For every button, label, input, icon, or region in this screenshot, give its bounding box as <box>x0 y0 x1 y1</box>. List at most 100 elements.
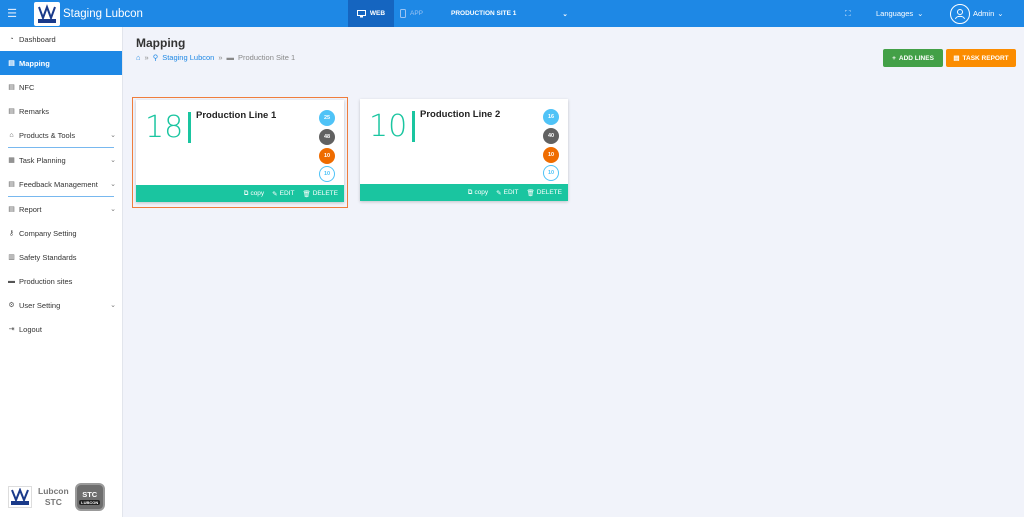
production-line-card[interactable]: 10 Production Line 2 16 40 10 10 ⧉ copy ✎… <box>360 99 568 201</box>
sidebar-item-label: Remarks <box>19 106 50 116</box>
sidebar-item-label: Mapping <box>19 58 50 68</box>
edit-button[interactable]: ✎ EDIT <box>272 190 294 198</box>
sidebar-item-label: Logout <box>19 324 42 334</box>
line-count: 10 <box>369 109 408 144</box>
sidebar-item-task-planning[interactable]: ▦ Task Planning ⌄ <box>0 148 122 172</box>
footer-brand-line2: STC <box>44 497 62 507</box>
task-report-label: TASK REPORT <box>962 54 1009 62</box>
status-badge-orange: 10 <box>543 147 559 163</box>
sidebar-item-company-setting[interactable]: ⚷ Company Setting <box>0 221 122 245</box>
edit-label: EDIT <box>279 190 295 197</box>
sidebar-item-label: NFC <box>19 82 35 92</box>
lubcon-footer-logo <box>8 486 32 508</box>
sidebar-item-label: Report <box>19 204 42 214</box>
tools-icon: ⌂ <box>9 131 14 139</box>
monitor-icon <box>356 9 366 17</box>
home-icon[interactable]: ⌂ <box>136 53 141 62</box>
chevron-down-icon: ⌄ <box>997 9 1004 18</box>
status-badge-outline: 10 <box>319 166 335 182</box>
chevron-down-icon: ⌄ <box>110 302 116 309</box>
tab-web-label: WEB <box>369 10 386 17</box>
production-line-card-selected[interactable]: 18 Production Line 1 25 48 10 10 ⧉ copy ✎… <box>132 97 348 208</box>
line-title: Production Line 2 <box>420 109 501 120</box>
delete-button[interactable]: 🗑 DELETE <box>302 190 338 198</box>
breadcrumb-production-site: Production Site 1 <box>238 53 296 62</box>
status-badge-grey: 48 <box>319 129 335 145</box>
sidebar-item-nfc[interactable]: ▤ NFC <box>0 75 122 99</box>
site-select[interactable]: PRODUCTION SITE 1 ⌄ <box>451 0 568 27</box>
remarks-icon: ▤ <box>8 108 15 115</box>
sidebar-item-label: User Setting <box>19 300 61 310</box>
chevron-down-icon: ⌄ <box>917 9 924 18</box>
users-icon: ⚙ <box>8 302 15 309</box>
calendar-icon: ▦ <box>8 157 15 164</box>
line-title: Production Line 1 <box>196 110 277 121</box>
user-name: Admin <box>973 9 995 18</box>
sidebar-item-dashboard[interactable]: ◔ Dashboard <box>0 27 122 51</box>
sidebar-item-products-tools[interactable]: ⌂ Products & Tools ⌄ <box>0 123 122 147</box>
languages-dropdown[interactable]: Languages ⌄ <box>876 0 923 27</box>
copy-label: copy <box>474 189 489 196</box>
tab-web[interactable]: WEB <box>348 0 394 27</box>
edit-button[interactable]: ✎ EDIT <box>496 189 518 197</box>
tab-app[interactable]: APP <box>400 0 423 27</box>
lubcon-logo <box>34 1 60 26</box>
safety-icon: ▥ <box>8 254 15 261</box>
sidebar-item-safety-standards[interactable]: ▥ Safety Standards <box>0 245 122 269</box>
copy-button[interactable]: ⧉ copy <box>468 189 488 197</box>
sidebar-item-mapping[interactable]: ▤ Mapping <box>0 51 122 75</box>
chevron-down-icon: ⌄ <box>110 181 116 188</box>
top-navbar: ☰ Staging Lubcon WEB APP PRODUCTION SITE… <box>0 0 1024 27</box>
pin-icon: ⚲ <box>152 53 159 62</box>
copy-icon: ⧉ <box>467 188 473 196</box>
plus-icon: + <box>892 54 896 62</box>
stc-badge: STC LUBCON <box>74 483 105 511</box>
production-line-card[interactable]: 18 Production Line 1 25 48 10 10 ⧉ copy ✎… <box>136 100 344 202</box>
chevron-down-icon: ⌄ <box>110 132 116 139</box>
delete-button[interactable]: 🗑 DELETE <box>526 189 562 197</box>
sidebar-item-feedback-management[interactable]: ▤ Feedback Management ⌄ <box>0 172 122 196</box>
nfc-icon: ▤ <box>8 84 15 91</box>
breadcrumb-staging-lubcon[interactable]: Staging Lubcon <box>162 53 214 62</box>
chevron-down-icon: ⌄ <box>562 10 568 18</box>
site-select-value: PRODUCTION SITE 1 <box>451 10 517 17</box>
brand-name: Staging Lubcon <box>63 7 143 20</box>
page-title: Mapping <box>136 36 186 50</box>
sidebar-item-production-sites[interactable]: ▬ Production sites <box>0 269 122 293</box>
edit-label: EDIT <box>503 189 519 196</box>
sidebar-item-report[interactable]: ▤ Report ⌄ <box>0 197 122 221</box>
feedback-icon: ▤ <box>8 181 15 188</box>
briefcase-icon: ▬ <box>8 277 15 285</box>
footer-brand: Lubcon STC <box>38 486 69 508</box>
fullscreen-icon[interactable]: ⛶ <box>845 0 851 27</box>
languages-label: Languages <box>876 9 914 18</box>
sidebar-item-user-setting[interactable]: ⚙ User Setting ⌄ <box>0 293 122 317</box>
status-badge-blue: 25 <box>319 110 335 126</box>
card-actions: ⧉ copy ✎ EDIT 🗑 DELETE <box>136 185 344 202</box>
dashboard-icon: ◔ <box>9 35 14 43</box>
sidebar-item-logout[interactable]: ⇥ Logout <box>0 317 122 341</box>
production-line-card-wrap[interactable]: 10 Production Line 2 16 40 10 10 ⧉ copy ✎… <box>357 97 573 208</box>
task-report-button[interactable]: ▤ TASK REPORT <box>946 49 1016 67</box>
add-lines-label: ADD LINES <box>898 54 934 62</box>
sidebar-item-label: Safety Standards <box>19 252 77 262</box>
sidebar-item-label: Task Planning <box>19 155 66 165</box>
menu-toggle-icon[interactable]: ☰ <box>0 0 24 27</box>
breadcrumb-separator: » <box>218 53 223 62</box>
copy-icon: ⧉ <box>243 189 249 197</box>
status-badge-orange: 10 <box>319 148 335 164</box>
user-menu[interactable]: Admin ⌄ <box>950 0 1004 27</box>
edit-icon: ✎ <box>496 189 502 197</box>
copy-button[interactable]: ⧉ copy <box>244 190 264 198</box>
status-badge-blue: 16 <box>543 109 559 125</box>
avatar <box>950 3 970 24</box>
status-badge-outline: 10 <box>543 165 559 181</box>
add-lines-button[interactable]: + ADD LINES <box>883 49 943 67</box>
stc-badge-sub: LUBCON <box>79 499 101 505</box>
chevron-down-icon: ⌄ <box>110 157 116 164</box>
chevron-down-icon: ⌄ <box>110 206 116 213</box>
document-icon: ▤ <box>953 55 960 62</box>
breadcrumb: ⌂ » ⚲ Staging Lubcon » ▬ Production Site… <box>136 53 295 62</box>
card-actions: ⧉ copy ✎ EDIT 🗑 DELETE <box>360 184 568 201</box>
sidebar-item-remarks[interactable]: ▤ Remarks <box>0 99 122 123</box>
